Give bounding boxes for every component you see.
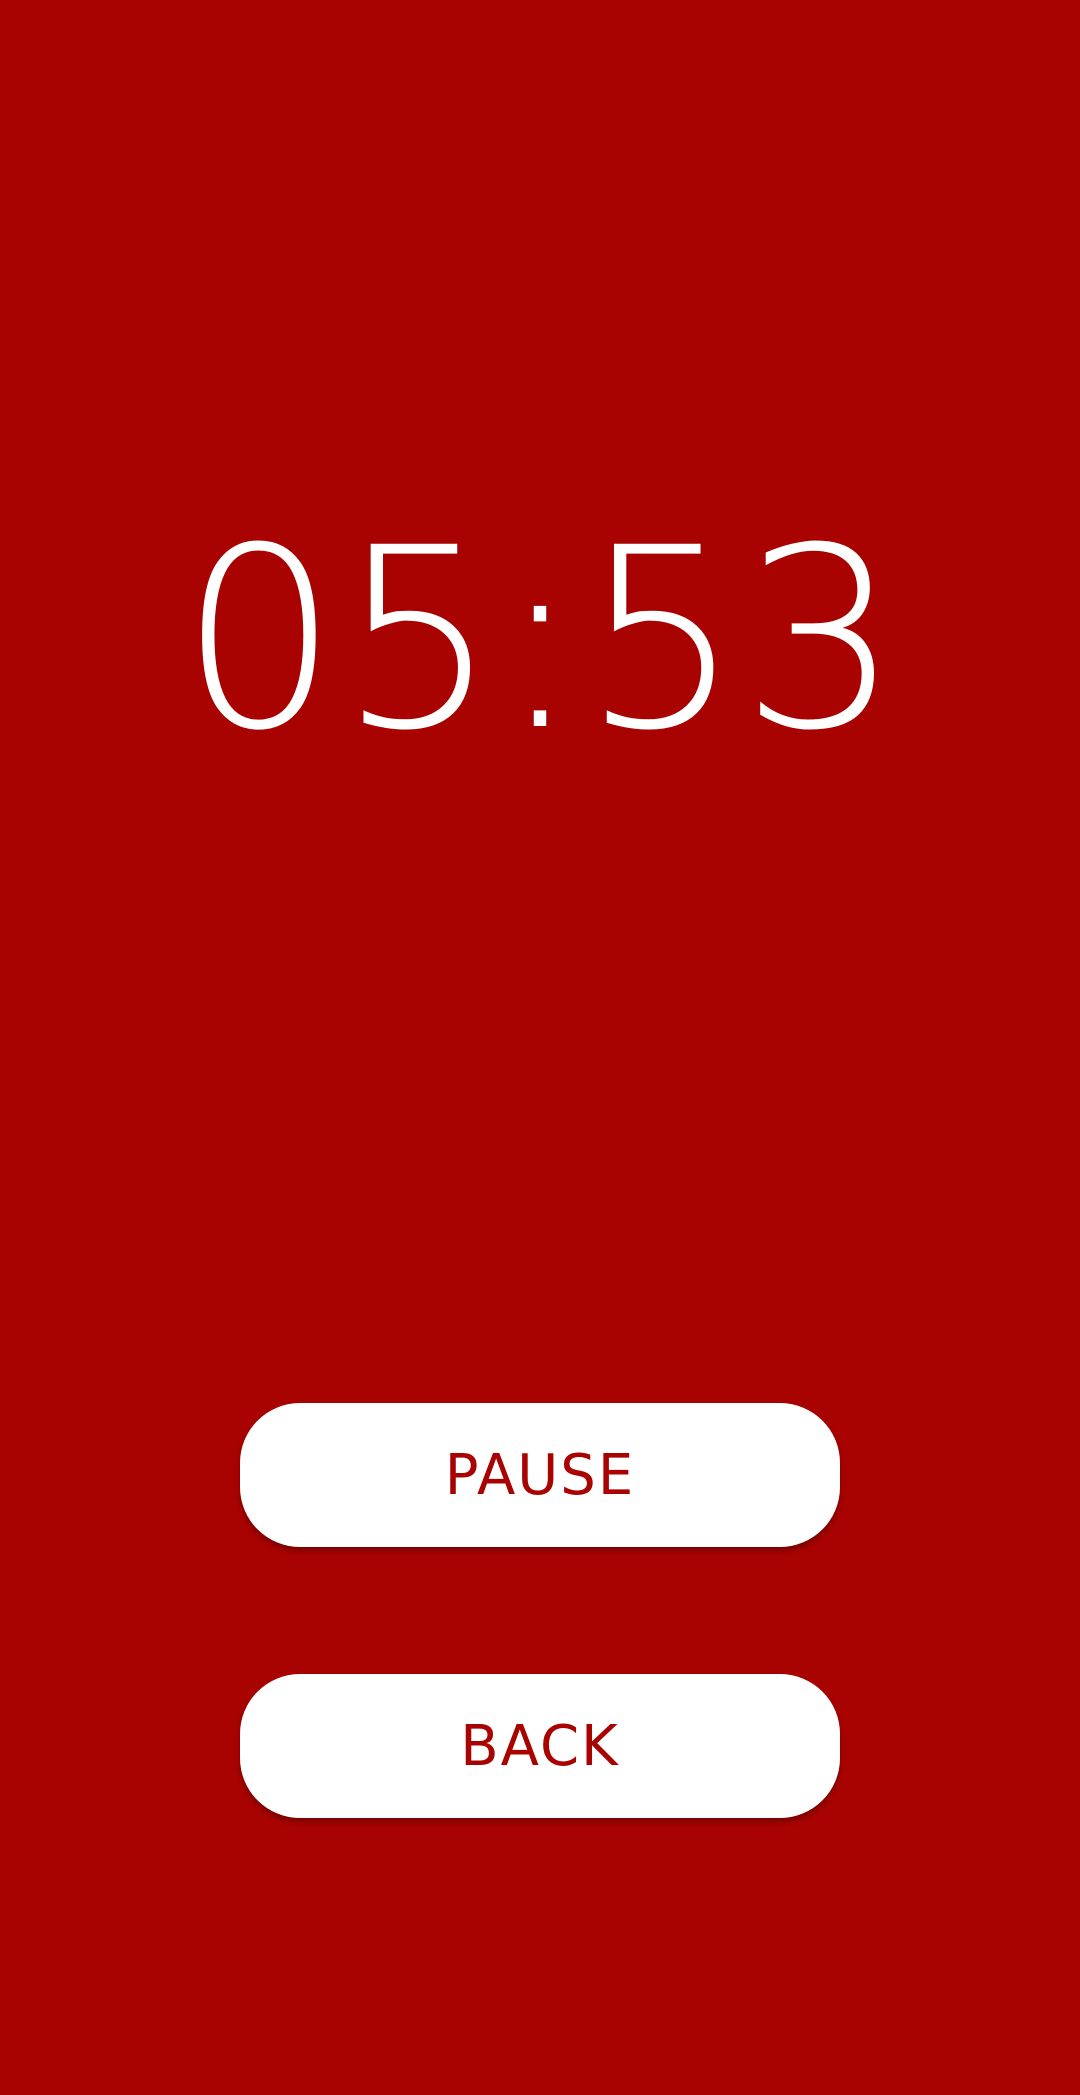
timer-screen: { "timer": { "display": "05:53" }, "butt…: [0, 0, 1080, 2095]
countdown-display: 05:53: [179, 494, 901, 785]
back-button[interactable]: BACK: [240, 1674, 840, 1818]
pause-button[interactable]: PAUSE: [240, 1403, 840, 1547]
pause-button-label: PAUSE: [444, 1442, 636, 1508]
back-button-label: BACK: [460, 1713, 620, 1779]
